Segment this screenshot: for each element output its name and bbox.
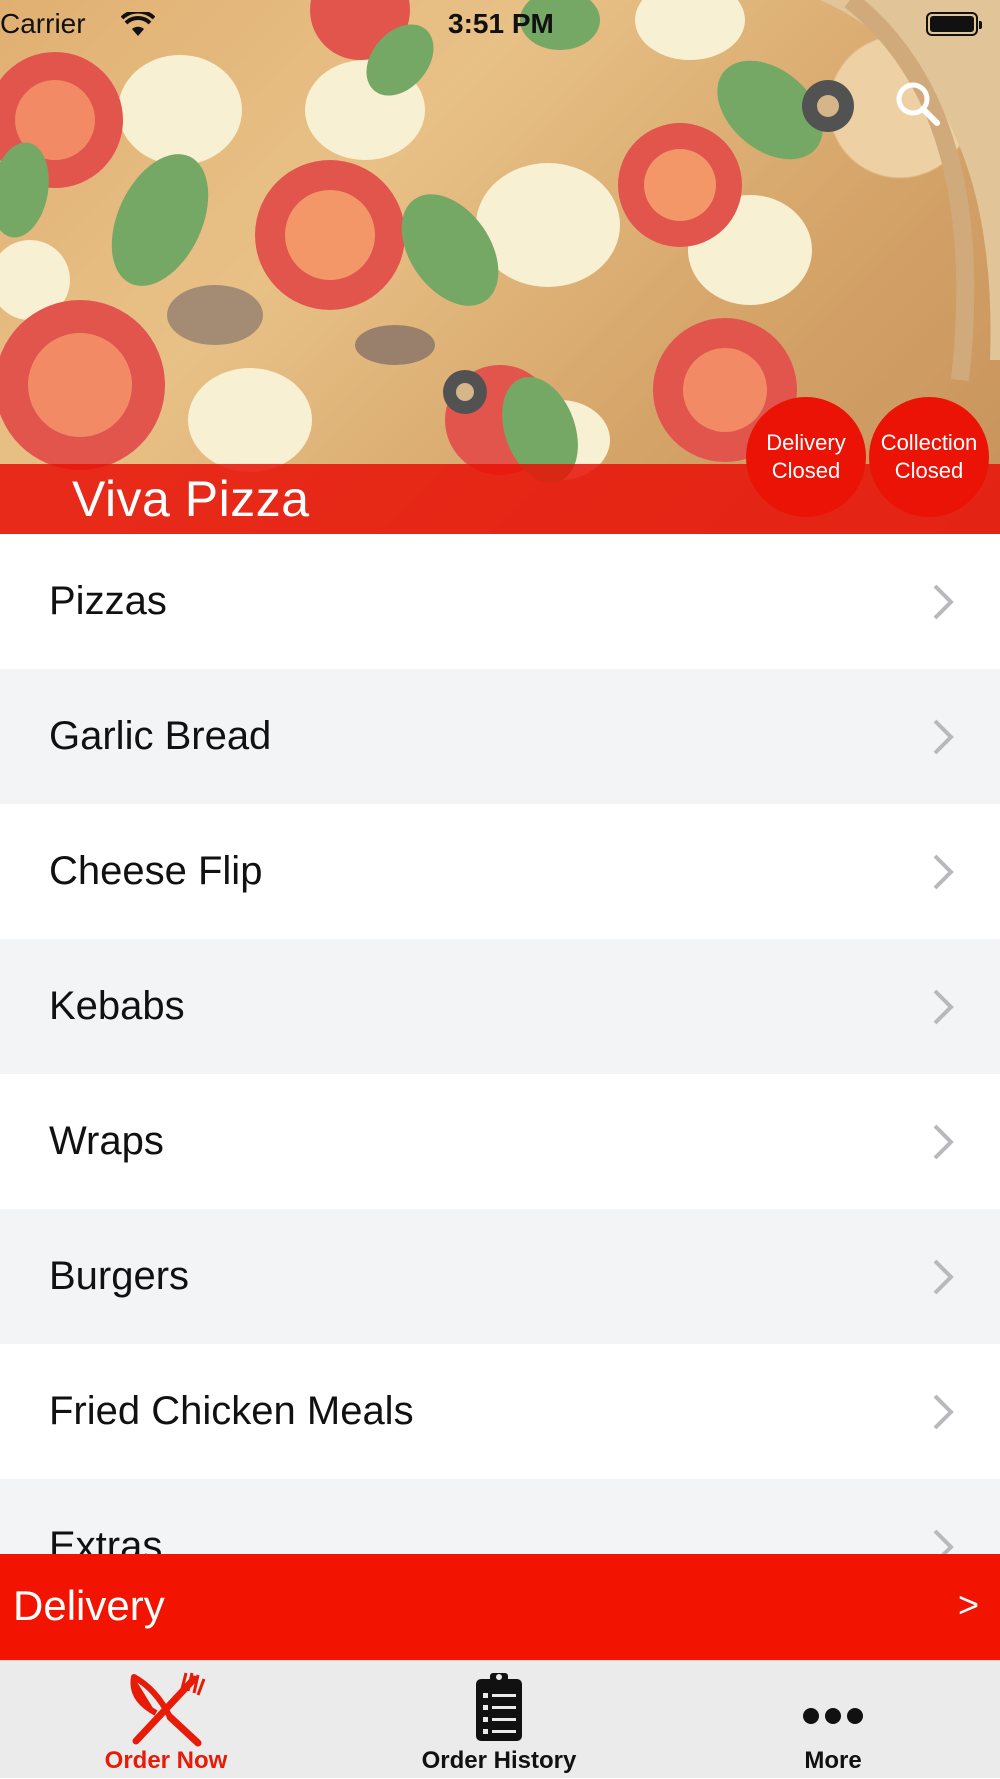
hero-banner: Carrier 3:51 PM Viva Pizza Delivery Clos… (0, 0, 1000, 534)
delivery-mode-label: Delivery (13, 1582, 165, 1629)
delivery-mode-bar[interactable]: Delivery > (0, 1554, 1000, 1660)
chevron-right-icon (933, 719, 954, 754)
more-dots-icon (803, 1708, 863, 1724)
menu-item-wraps[interactable]: Wraps (0, 1074, 1000, 1209)
menu-item-cheese-flip[interactable]: Cheese Flip (0, 804, 1000, 939)
menu-category-list[interactable]: Pizzas Garlic Bread Cheese Flip Kebabs W… (0, 534, 1000, 1554)
chevron-right-icon (933, 1124, 954, 1159)
collection-status-title: Collection (880, 430, 978, 455)
tab-label: Order Now (104, 1747, 228, 1774)
delivery-status-value: Closed (771, 458, 841, 483)
menu-item-label: Cheese Flip (49, 849, 263, 893)
menu-item-burgers[interactable]: Burgers (0, 1209, 1000, 1344)
tab-label: More (804, 1747, 862, 1774)
search-icon[interactable] (893, 79, 941, 127)
delivery-mode-arrow: > (958, 1584, 980, 1625)
collection-status-value: Closed (894, 458, 964, 483)
menu-item-kebabs[interactable]: Kebabs (0, 939, 1000, 1074)
wifi-icon (121, 12, 155, 36)
menu-item-pizzas[interactable]: Pizzas (0, 534, 1000, 669)
chevron-right-icon (933, 854, 954, 889)
clipboard-icon (476, 1673, 522, 1741)
menu-item-fried-chicken-meals[interactable]: Fried Chicken Meals (0, 1344, 1000, 1479)
chevron-right-icon (933, 1259, 954, 1294)
chevron-right-icon (933, 989, 954, 1024)
menu-item-label: Extras (49, 1524, 163, 1554)
fork-knife-icon (130, 1672, 206, 1747)
menu-item-label: Pizzas (49, 579, 167, 623)
status-time: 3:51 PM (448, 8, 554, 39)
restaurant-name: Viva Pizza (72, 471, 310, 527)
delivery-status-title: Delivery (766, 430, 846, 455)
collection-status-badge: Collection Closed (869, 397, 989, 517)
menu-item-label: Kebabs (49, 984, 185, 1028)
menu-item-label: Fried Chicken Meals (49, 1389, 414, 1433)
menu-item-label: Garlic Bread (49, 714, 272, 758)
carrier-label: Carrier (0, 8, 86, 39)
delivery-status-badge: Delivery Closed (746, 397, 866, 517)
tab-order-now[interactable]: Order Now (66, 1661, 266, 1779)
menu-item-extras[interactable]: Extras (0, 1479, 1000, 1554)
menu-item-label: Burgers (49, 1254, 190, 1298)
tab-bar: Order Now Order History More (0, 1660, 1000, 1778)
battery-icon (926, 12, 982, 36)
chevron-right-icon (933, 1394, 954, 1429)
chevron-right-icon (933, 1529, 954, 1554)
chevron-right-icon (933, 584, 954, 619)
tab-order-history[interactable]: Order History (399, 1661, 599, 1779)
menu-item-garlic-bread[interactable]: Garlic Bread (0, 669, 1000, 804)
status-bar: Carrier 3:51 PM (0, 0, 1000, 50)
tab-more[interactable]: More (733, 1661, 933, 1779)
tab-label: Order History (421, 1747, 577, 1774)
menu-item-label: Wraps (49, 1119, 164, 1163)
